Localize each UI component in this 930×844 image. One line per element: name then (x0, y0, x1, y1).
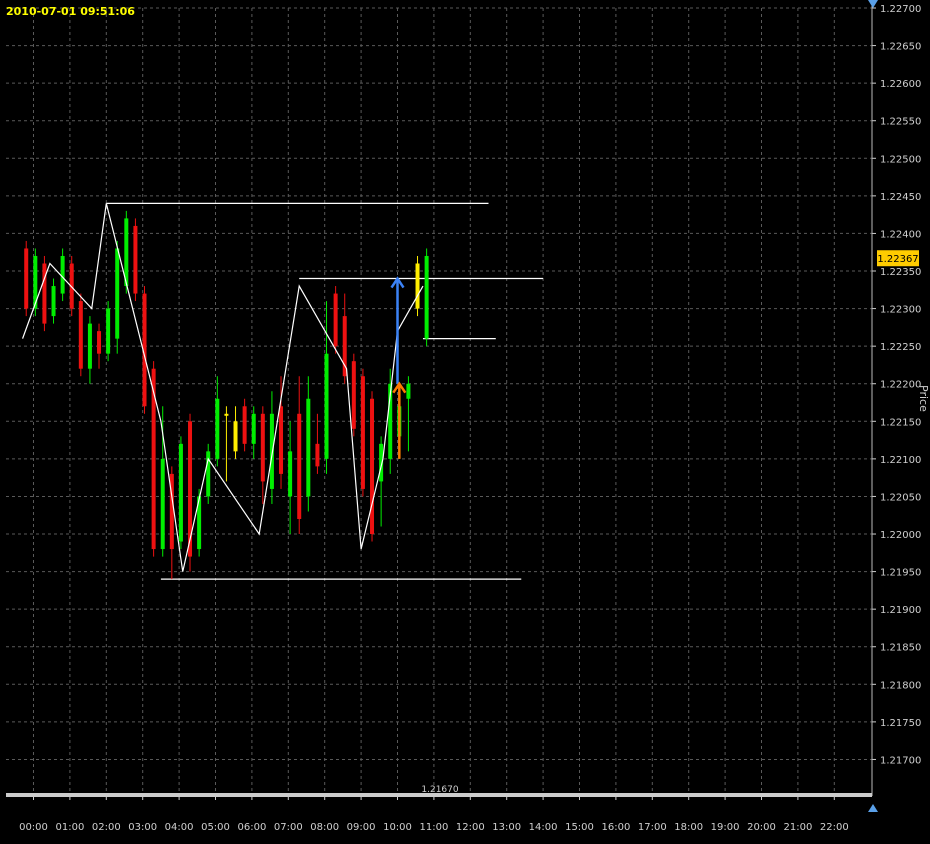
time-tick-label: 02:00 (92, 822, 121, 833)
price-bar-body (251, 413, 256, 444)
time-tick-label: 04:00 (165, 822, 194, 833)
price-bar-body (360, 376, 365, 489)
bottom-line-label: 1.21670 (421, 785, 458, 795)
time-tick-label: 09:00 (347, 822, 376, 833)
price-bar-body (106, 308, 111, 354)
price-bar-body (87, 323, 92, 369)
time-tick-label: 20:00 (747, 822, 776, 833)
time-tick-label: 15:00 (565, 822, 594, 833)
price-tick-label: 1.22700 (880, 4, 921, 15)
price-bar-body (415, 263, 420, 309)
price-tick-label: 1.22400 (880, 229, 921, 240)
price-bar-body (224, 413, 229, 416)
plot-area (6, 8, 872, 796)
chart-timestamp: 2010-07-01 09:51:06 (6, 5, 135, 18)
price-bar-body (188, 421, 193, 557)
price-tick-label: 1.22300 (880, 305, 921, 316)
price-tick-label: 1.22000 (880, 530, 921, 541)
price-bar-body (370, 398, 375, 535)
price-tick-label: 1.22250 (880, 342, 921, 353)
price-bar-body (178, 443, 183, 542)
price-bar-body (306, 398, 311, 497)
price-bar-body (115, 248, 120, 339)
price-tick-label: 1.21950 (880, 568, 921, 579)
time-tick-label: 14:00 (529, 822, 558, 833)
price-tick-label: 1.22550 (880, 117, 921, 128)
price-bar-body (133, 225, 138, 294)
time-tick-label: 22:00 (820, 822, 849, 833)
time-tick-label: 03:00 (128, 822, 157, 833)
time-tick-label: 19:00 (711, 822, 740, 833)
price-tick-label: 1.22350 (880, 267, 921, 278)
price-tick-label: 1.21700 (880, 755, 921, 766)
price-bar-body (315, 443, 320, 467)
time-tick-label: 07:00 (274, 822, 303, 833)
price-tick-label: 1.21850 (880, 643, 921, 654)
price-bar-body (242, 406, 247, 444)
scroll-top-icon[interactable] (868, 0, 878, 8)
price-tick-label: 1.21900 (880, 605, 921, 616)
price-tick-label: 1.22650 (880, 42, 921, 53)
price-bar-body (279, 406, 284, 474)
price-tick-label: 1.22500 (880, 154, 921, 165)
price-bar-body (324, 353, 329, 459)
time-tick-label: 10:00 (383, 822, 412, 833)
price-bar-body (288, 451, 293, 497)
price-bar-body (297, 413, 302, 519)
time-tick-label: 18:00 (674, 822, 703, 833)
time-tick-label: 16:00 (601, 822, 630, 833)
price-chart[interactable]: 1.22700 1.22650 1.22600 1.22550 1.22500 1.224… (0, 0, 930, 840)
current-price-label: 1.22367 (877, 254, 918, 265)
time-tick-label: 13:00 (492, 822, 521, 833)
price-tick-label: 1.22050 (880, 492, 921, 503)
chart-window[interactable]: 1.22700 1.22650 1.22600 1.22550 1.22500 1.224… (0, 0, 930, 840)
price-bar-body (351, 361, 356, 429)
price-bar-body (215, 398, 220, 459)
price-tick-label: 1.22200 (880, 380, 921, 391)
price-tick-label: 1.22450 (880, 192, 921, 203)
price-bar-body (51, 286, 56, 317)
time-tick-label: 11:00 (419, 822, 448, 833)
time-tick-label: 01:00 (55, 822, 84, 833)
price-bar-body (160, 458, 165, 550)
price-axis-title: Price (917, 385, 930, 412)
price-bar-body (78, 301, 83, 369)
price-bar-body (333, 293, 338, 347)
price-bar-body (42, 263, 47, 324)
time-tick-label: 05:00 (201, 822, 230, 833)
time-tick-label: 08:00 (310, 822, 339, 833)
price-bar-body (24, 248, 29, 309)
price-tick-label: 1.22600 (880, 79, 921, 90)
time-tick-label: 00:00 (19, 822, 48, 833)
price-bar-body (233, 421, 238, 452)
time-tick-label: 12:00 (456, 822, 485, 833)
price-tick-label: 1.22150 (880, 417, 921, 428)
price-tick-label: 1.22100 (880, 455, 921, 466)
price-bar-body (60, 255, 65, 294)
time-tick-label: 06:00 (237, 822, 266, 833)
price-bar-body (424, 255, 429, 339)
price-tick-label: 1.21800 (880, 680, 921, 691)
price-bar-body (406, 383, 411, 399)
price-tick-label: 1.21750 (880, 718, 921, 729)
scroll-bottom-icon[interactable] (868, 804, 878, 812)
price-bar-body (97, 331, 102, 354)
price-bar-body (260, 413, 265, 482)
time-tick-label: 21:00 (783, 822, 812, 833)
time-tick-label: 17:00 (638, 822, 667, 833)
